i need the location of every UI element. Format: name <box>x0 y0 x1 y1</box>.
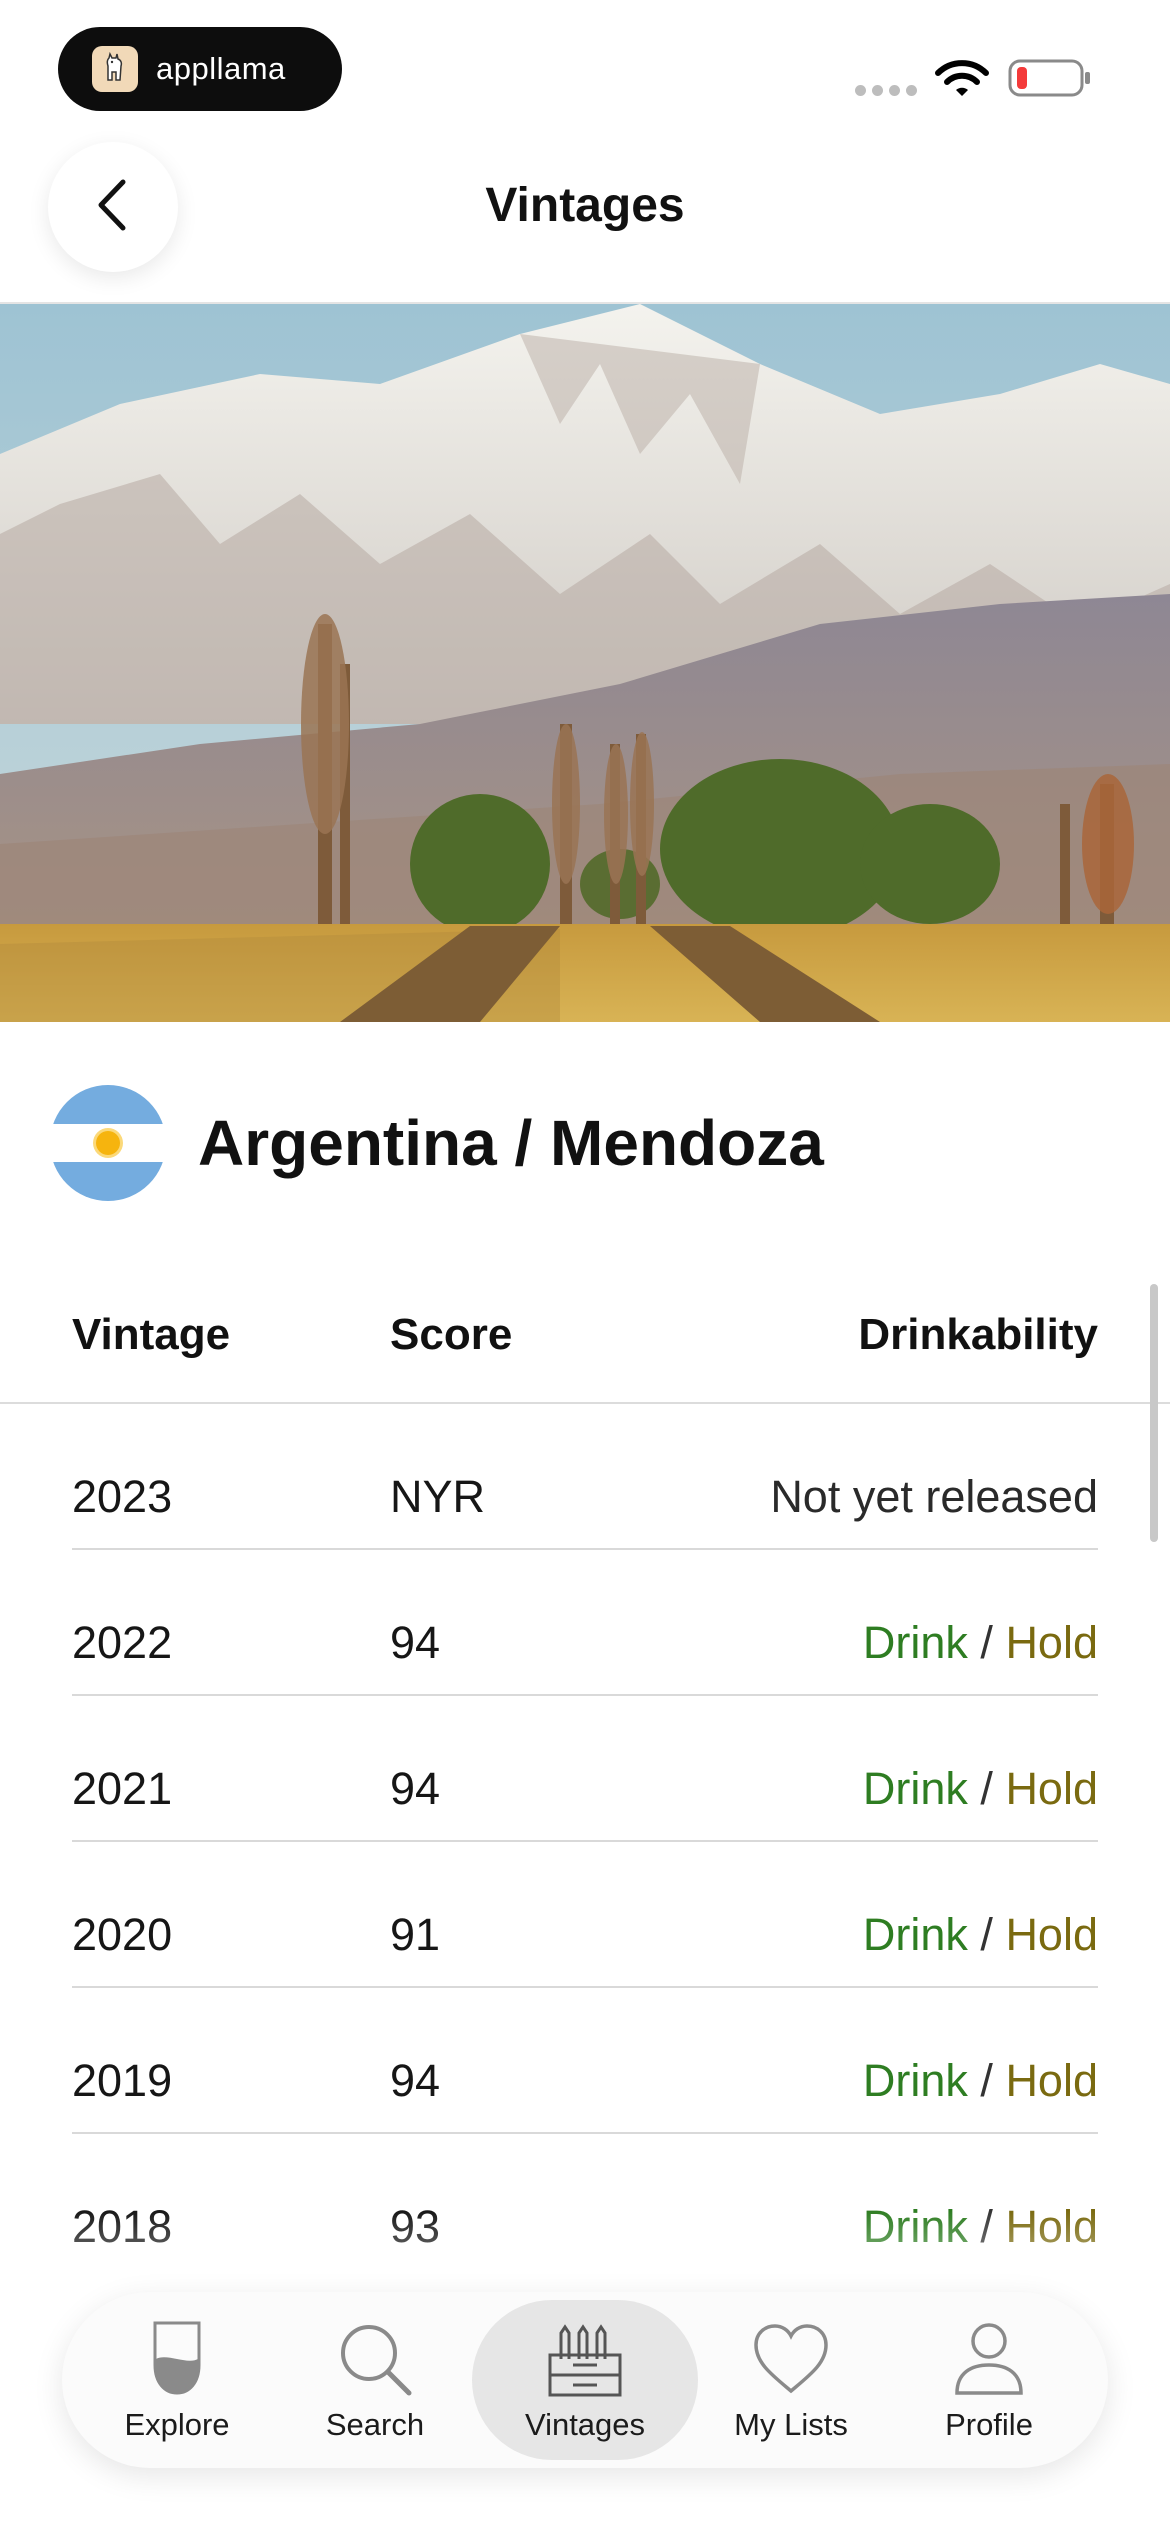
vintage-score: 94 <box>390 1617 441 1668</box>
column-header-vintage: Vintage <box>72 1310 231 1359</box>
tab-label: Explore <box>124 2407 230 2442</box>
vintage-year: 2019 <box>72 2055 173 2106</box>
drinkability-status: Not yet released <box>770 1471 1098 1522</box>
table-row[interactable]: 2020 91 Drink / Hold <box>72 1842 1098 1988</box>
signal-icon <box>855 85 917 96</box>
tab-search[interactable]: Search <box>280 2292 470 2468</box>
drink-label: Drink <box>862 1763 968 1814</box>
vintage-score: 94 <box>390 1763 441 1814</box>
vintage-year: 2021 <box>72 1763 173 1814</box>
drink-label: Drink <box>862 1909 968 1960</box>
argentina-flag-icon <box>50 1085 166 1201</box>
page-title: Vintages <box>485 179 685 232</box>
hero-image-mendoza-vineyard <box>0 304 1170 1022</box>
vintage-table-header: Vintage Score Drinkability <box>0 1290 1170 1404</box>
scrollbar[interactable] <box>1150 1284 1158 1542</box>
vintage-year: 2020 <box>72 1909 173 1960</box>
tab-label: My Lists <box>734 2407 848 2442</box>
region-header: Argentina / Mendoza <box>50 1082 824 1204</box>
user-icon <box>947 2317 1031 2401</box>
table-row[interactable]: 2022 94 Drink / Hold <box>72 1550 1098 1696</box>
wine-glass-icon <box>135 2317 219 2401</box>
drink-label: Drink <box>862 2055 968 2106</box>
drinkability-status: Drink / Hold <box>863 2058 1098 2103</box>
vintage-year: 2022 <box>72 1617 173 1668</box>
wine-crate-icon <box>543 2317 627 2401</box>
vintage-score: 91 <box>390 1909 441 1960</box>
hold-label: Hold <box>1005 2055 1098 2106</box>
tab-label: Profile <box>945 2407 1033 2442</box>
tab-label: Vintages <box>524 2407 646 2442</box>
tab-vintages[interactable]: Vintages <box>472 2300 698 2460</box>
wifi-icon <box>934 58 990 105</box>
vintage-score: NYR <box>390 1471 486 1522</box>
table-row[interactable]: 2021 94 Drink / Hold <box>72 1696 1098 1842</box>
tab-explore[interactable]: Explore <box>82 2292 272 2468</box>
hold-label: Hold <box>1005 1617 1098 1668</box>
bottom-tab-bar: Explore Search Vintages My Lists Profile <box>62 2292 1108 2468</box>
vintage-table[interactable]: 2023 NYR Not yet released 2022 94 Drink … <box>0 1404 1170 2274</box>
status-separator: / <box>980 1617 993 1668</box>
brand-name: appllama <box>156 51 286 86</box>
tab-profile[interactable]: Profile <box>894 2292 1084 2468</box>
status-bar: appllama <box>0 0 1170 130</box>
hold-label: Hold <box>1005 1909 1098 1960</box>
status-separator: / <box>980 1909 993 1960</box>
search-icon <box>333 2317 417 2401</box>
region-title: Argentina / Mendoza <box>198 1107 824 1179</box>
drink-label: Drink <box>862 1617 968 1668</box>
drinkability-status: Drink / Hold <box>863 1766 1098 1811</box>
brand-pill: appllama <box>58 27 342 111</box>
table-row[interactable]: 2023 NYR Not yet released <box>72 1404 1098 1550</box>
drinkability-status: Drink / Hold <box>863 1620 1098 1665</box>
column-header-score: Score <box>390 1310 513 1359</box>
nav-header: Vintages <box>0 130 1170 302</box>
hold-label: Hold <box>1005 1763 1098 1814</box>
column-header-drinkability: Drinkability <box>858 1310 1098 1359</box>
status-separator: / <box>980 2055 993 2106</box>
vintage-year: 2023 <box>72 1471 173 1522</box>
table-row[interactable]: 2019 94 Drink / Hold <box>72 1988 1098 2134</box>
heart-icon <box>749 2317 833 2401</box>
status-separator: / <box>980 1763 993 1814</box>
vintage-score: 94 <box>390 2055 441 2106</box>
battery-low-icon <box>1008 58 1092 103</box>
llama-logo-icon <box>92 46 138 92</box>
tab-my-lists[interactable]: My Lists <box>696 2292 886 2468</box>
tab-label: Search <box>325 2407 425 2442</box>
drinkability-status: Drink / Hold <box>863 1912 1098 1957</box>
